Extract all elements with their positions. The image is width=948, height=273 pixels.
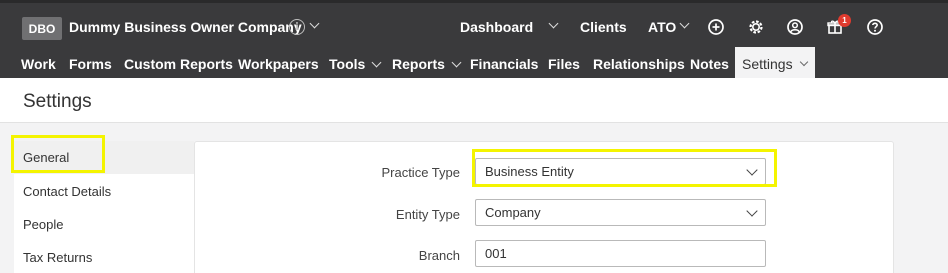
clients-link[interactable]: Clients [580,19,627,35]
nav-item-workpapers[interactable]: Workpapers [238,47,319,81]
chevron-down-icon [371,57,382,67]
nav-item-notes[interactable]: Notes [690,47,729,81]
company-chevron-down-icon[interactable] [309,18,320,29]
help-icon[interactable] [866,18,884,36]
nav-item-reports[interactable]: Reports [392,47,462,81]
nav-item-custom-reports[interactable]: Custom Reports [124,47,233,81]
entity-type-select[interactable]: Company [475,199,766,226]
nav-item-relationships[interactable]: Relationships [593,47,685,81]
page-title: Settings [23,91,92,112]
info-icon[interactable]: i [289,19,305,35]
nav-item-settings[interactable]: Settings [735,47,815,81]
add-circle-icon[interactable] [707,18,725,36]
page-header: Settings [0,78,948,123]
top-bar: DBO Dummy Business Owner Company i Dashb… [0,0,948,81]
branch-input[interactable]: 001 [475,240,766,267]
dashboard-chevron-down-icon[interactable] [548,18,559,29]
sidebar-item-contact-details[interactable]: Contact Details [14,175,194,208]
branch-label: Branch [418,248,460,263]
nav-item-forms[interactable]: Forms [69,47,112,81]
dashboard-link[interactable]: Dashboard [460,19,533,35]
practice-type-label: Practice Type [381,165,460,180]
company-badge[interactable]: DBO [22,17,62,40]
nav-item-work[interactable]: Work [21,47,56,81]
gear-icon[interactable] [747,18,765,36]
sidebar-item-people[interactable]: People [14,208,194,241]
company-name[interactable]: Dummy Business Owner Company [69,19,302,35]
entity-type-label: Entity Type [395,207,460,222]
chevron-down-icon [799,57,808,67]
highlight-box [11,135,105,173]
nav-item-files[interactable]: Files [548,47,580,81]
nav-item-financials[interactable]: Financials [470,47,538,81]
chevron-down-icon [746,205,758,217]
user-icon[interactable] [786,18,804,36]
nav-item-tools[interactable]: Tools [329,47,382,81]
sidebar-item-tax-returns[interactable]: Tax Returns [14,241,194,273]
ato-chevron-down-icon[interactable] [679,18,690,29]
highlight-box [472,149,777,187]
ato-link[interactable]: ATO [648,19,676,35]
chevron-down-icon [451,57,462,67]
header-row: DBO Dummy Business Owner Company i Dashb… [0,6,948,46]
notification-badge: 1 [838,14,851,27]
